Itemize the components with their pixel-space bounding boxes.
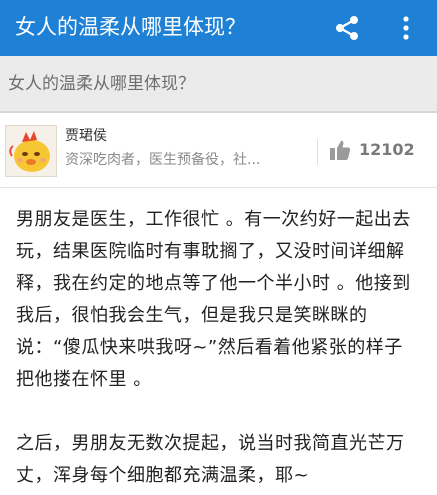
question-header[interactable]: 女人的温柔从哪里体现？ (0, 56, 437, 111)
share-icon[interactable] (334, 15, 360, 41)
author-divider (0, 187, 437, 188)
thumbs-up-icon[interactable] (329, 139, 351, 161)
avatar[interactable] (5, 125, 57, 177)
author-name[interactable]: 贾珺侯 (65, 126, 107, 146)
vote-divider (317, 139, 318, 165)
vote-count[interactable]: 12102 (359, 140, 415, 160)
answer-content: 男朋友是医生，工作很忙 。有一次约好一起出去玩，结果医院临时有事耽搁了，又没时间… (16, 204, 416, 492)
cartoon-chick-avatar (9, 131, 50, 172)
app-bar: 女人的温柔从哪里体现？ (0, 0, 437, 56)
question-title[interactable]: 女人的温柔从哪里体现？ (8, 72, 195, 96)
answer-paragraph: 之后，男朋友无数次提起，说当时我简直光芒万丈，浑身每个细胞都充满温柔，耶~ (16, 433, 405, 486)
author-bio: 资深吃肉者，医生预备役，社... (65, 152, 261, 168)
author-row[interactable]: 贾珺侯 资深吃肉者，医生预备役，社... 12102 (0, 113, 437, 187)
answer-paragraph: 男朋友是医生，工作很忙 。有一次约好一起出去玩，结果医院临时有事耽搁了，又没时间… (16, 209, 411, 390)
app-bar-title: 女人的温柔从哪里体现？ (15, 15, 246, 39)
more-vertical-icon[interactable] (401, 16, 411, 40)
